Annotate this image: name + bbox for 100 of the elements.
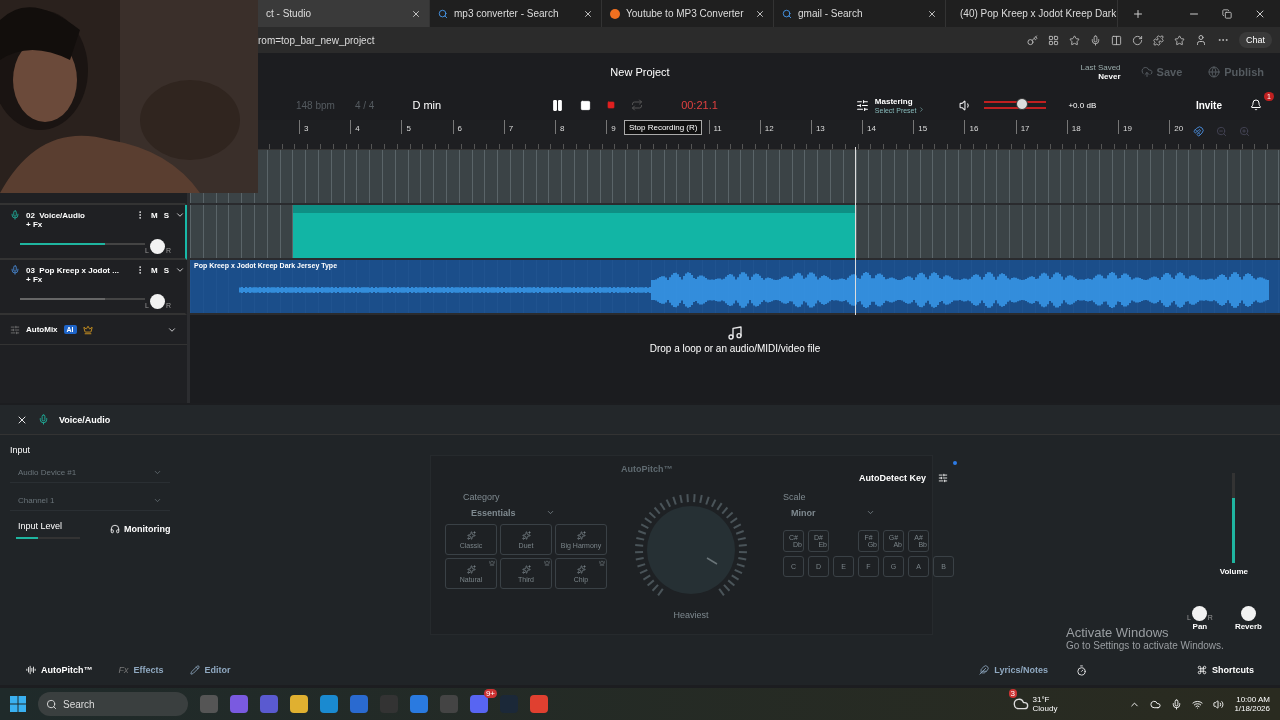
record-button[interactable] xyxy=(607,101,616,109)
new-tab-icon[interactable] xyxy=(1132,7,1144,20)
panel-tab[interactable]: Editor xyxy=(183,664,237,676)
pan-knob[interactable] xyxy=(1191,606,1207,621)
timer-icon[interactable] xyxy=(1076,664,1087,676)
bar-number: 8 xyxy=(554,120,607,134)
music-icon xyxy=(727,325,743,341)
key-selector[interactable]: D min xyxy=(412,99,442,111)
last-saved-value: Never xyxy=(1098,71,1121,81)
volume-fader[interactable] xyxy=(1232,473,1236,563)
volume-fader[interactable] xyxy=(20,242,145,245)
input-tab[interactable]: Input Level xyxy=(10,519,80,533)
autodetect-key-button[interactable]: AutoDetect Key xyxy=(853,464,954,492)
slider-thumb[interactable] xyxy=(1015,98,1028,110)
project-title: New Project xyxy=(610,65,670,78)
activation-text: Go to Settings to activate Windows. xyxy=(1066,640,1224,651)
search-icon xyxy=(46,698,57,710)
lyrics-button[interactable]: Lyrics/Notes xyxy=(973,664,1054,676)
cloud-upload-icon xyxy=(1140,65,1153,78)
star-icon[interactable] xyxy=(1069,34,1080,46)
mic-icon[interactable] xyxy=(1090,34,1101,46)
star-icon[interactable] xyxy=(1174,34,1185,46)
wifi-icon[interactable] xyxy=(1192,698,1204,710)
input-tab[interactable]: Monitoring xyxy=(102,522,179,536)
pan-knob[interactable] xyxy=(149,239,165,254)
feather-icon xyxy=(979,665,990,675)
tempo: 148 bpm xyxy=(296,99,335,111)
category-select[interactable]: Essentials xyxy=(463,508,563,518)
grid-icon[interactable] xyxy=(1048,34,1059,46)
speaker-icon[interactable] xyxy=(1213,698,1225,710)
solo-button[interactable]: S xyxy=(163,210,169,220)
scale-label: Scale xyxy=(783,492,807,502)
browser-tab[interactable]: ct - Studio xyxy=(258,0,430,27)
channel-select[interactable]: Channel 1 xyxy=(10,491,170,511)
add-fx-button[interactable]: + Fx xyxy=(26,275,129,284)
device-select[interactable]: Audio Device #1 xyxy=(10,463,170,483)
sliders-icon xyxy=(938,473,948,483)
mute-button[interactable]: M xyxy=(151,210,158,220)
start-icon[interactable] xyxy=(10,696,26,712)
clock[interactable]: 10:00 AM 1/18/2026 xyxy=(1234,695,1270,713)
stop-icon xyxy=(580,99,592,111)
close-icon[interactable] xyxy=(927,8,937,19)
panel-tab[interactable]: AutoPitch™ xyxy=(20,664,99,676)
columns-icon[interactable] xyxy=(1111,34,1122,46)
recording-clip[interactable] xyxy=(293,205,855,258)
loop-icon xyxy=(631,99,644,111)
stop-button[interactable] xyxy=(580,99,592,111)
pause-button[interactable] xyxy=(551,98,565,112)
scale-select[interactable]: Minor xyxy=(783,508,883,518)
bar-number: 19 xyxy=(1118,120,1170,134)
mic-icon xyxy=(38,414,49,425)
autopitch-title: AutoPitch™ xyxy=(621,464,674,476)
expand-icon[interactable] xyxy=(175,265,185,275)
weather-condition: Cloudy xyxy=(1032,704,1058,713)
invite-button[interactable]: Invite xyxy=(1189,98,1228,112)
sparkle-icon xyxy=(466,564,476,574)
command-icon xyxy=(1197,665,1207,675)
puzzle-icon[interactable] xyxy=(1153,34,1164,46)
knob-label: Heaviest xyxy=(673,610,709,620)
bar-number: 5 xyxy=(401,120,453,134)
add-fx-button[interactable]: + Fx xyxy=(26,220,129,229)
address-field[interactable]: rom=top_bar_new_project xyxy=(258,34,1015,46)
cloud-icon xyxy=(1012,696,1029,712)
pan-knob[interactable] xyxy=(149,294,165,309)
sparkle-icon xyxy=(521,530,531,540)
tooltip: Stop Recording (R) xyxy=(624,120,703,135)
bar-number: 6 xyxy=(452,120,504,134)
panel-tab[interactable]: Fx Effects xyxy=(112,664,170,676)
cloud-icon[interactable] xyxy=(1150,698,1162,710)
mute-button[interactable]: M xyxy=(151,265,158,275)
shortcuts-button[interactable]: Shortcuts xyxy=(1191,664,1260,676)
temperature: 31°F xyxy=(1032,695,1051,704)
restore-icon[interactable] xyxy=(1222,8,1232,19)
bar-number: 17 xyxy=(1015,120,1067,134)
mic-icon xyxy=(10,210,20,220)
solo-button[interactable]: S xyxy=(163,265,169,275)
close-icon[interactable] xyxy=(755,8,765,19)
chevron-icon xyxy=(153,496,162,505)
close-icon[interactable] xyxy=(411,8,421,19)
waves-icon xyxy=(26,665,36,675)
refresh-icon[interactable] xyxy=(1132,34,1143,46)
taskbar-search[interactable]: Search xyxy=(38,692,188,716)
mic-icon xyxy=(10,265,20,275)
close-icon[interactable] xyxy=(583,8,593,19)
globe-icon xyxy=(1208,65,1221,78)
mic-icon[interactable] xyxy=(1171,698,1183,710)
volume-label: Volume xyxy=(1219,567,1248,576)
volume-reading: +0.0 dB xyxy=(1068,100,1097,110)
magnet-icon[interactable] xyxy=(1193,126,1204,137)
headphones-icon xyxy=(110,524,120,534)
chat-button[interactable]: Chat xyxy=(1239,32,1272,48)
key-icon[interactable] xyxy=(1027,34,1038,46)
volume-slider[interactable] xyxy=(984,101,1047,109)
expand-icon[interactable] xyxy=(175,210,185,220)
reverb-knob[interactable] xyxy=(1240,606,1256,621)
drop-hint: Drop a loop or an audio/MIDI/video file xyxy=(649,343,821,354)
chevron-icon xyxy=(866,508,875,517)
unread-badge: 9+ xyxy=(483,689,497,698)
sparkle-icon xyxy=(466,530,476,540)
avatar-icon[interactable] xyxy=(1195,34,1207,46)
